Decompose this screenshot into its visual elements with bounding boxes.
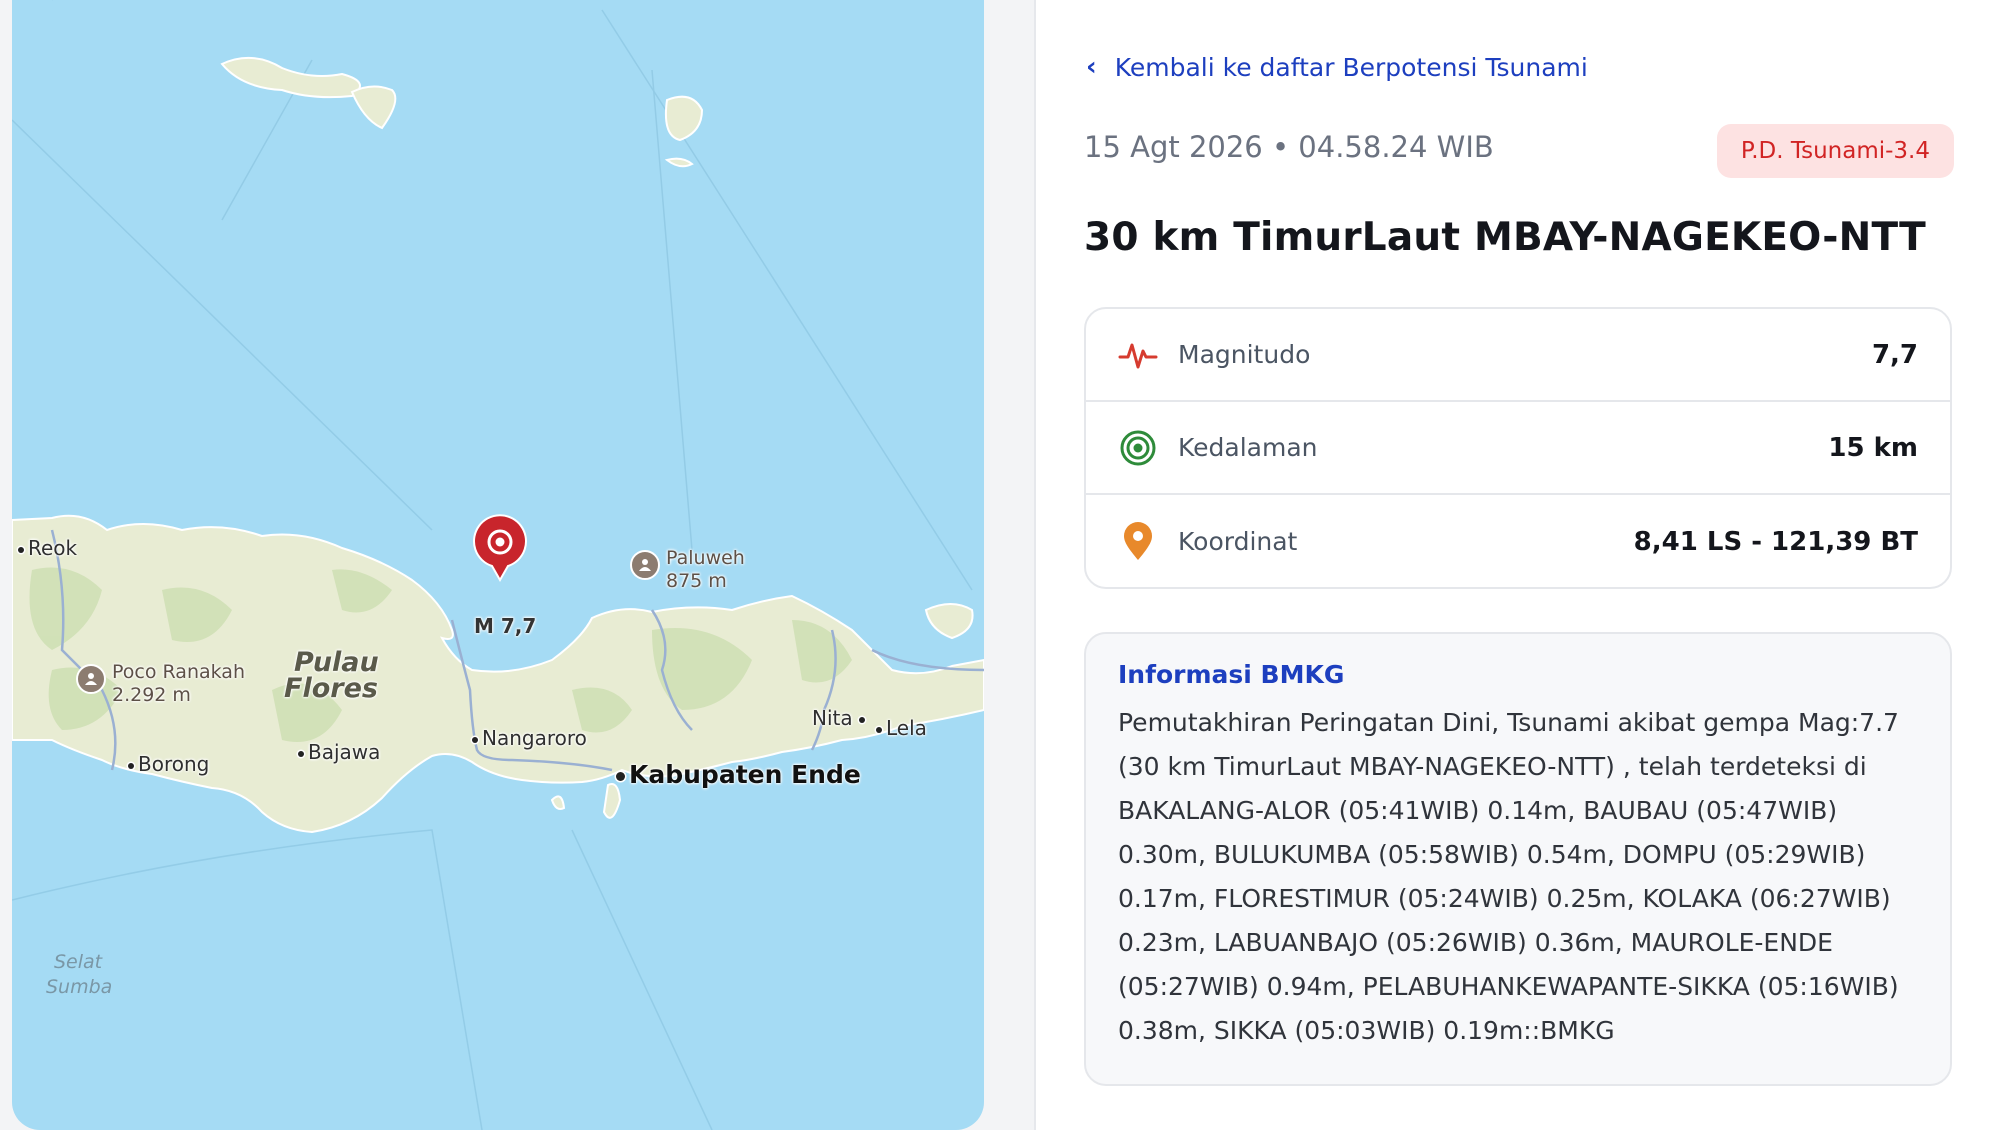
stat-row-depth: Kedalaman 15 km — [1086, 402, 1950, 495]
earthquake-detail-panel: ‹ Kembali ke daftar Berpotensi Tsunami 1… — [1034, 0, 1998, 1130]
stat-row-magnitude: Magnitudo 7,7 — [1086, 309, 1950, 402]
town-name: Borong — [138, 752, 210, 776]
event-stats-card: Magnitudo 7,7 Kedalaman 15 km Koordinat … — [1084, 307, 1952, 589]
town-label-reok: Reok — [18, 536, 77, 560]
location-pin-icon — [1124, 521, 1152, 560]
island-label-line2: Flores — [284, 673, 378, 704]
city-dot — [616, 771, 625, 781]
town-dot — [876, 726, 882, 733]
town-name: Nita — [812, 706, 853, 730]
stat-value: 8,41 LS - 121,39 BT — [1633, 526, 1918, 557]
town-dot — [298, 750, 304, 757]
peak-height: 875 m — [666, 570, 727, 592]
peak-name: Poco Ranakah — [112, 661, 245, 683]
town-label-bajawa: Bajawa — [298, 740, 380, 764]
stat-value: 15 km — [1828, 432, 1918, 463]
event-datetime: 15 Agt 2026 • 04.58.24 WIB — [1084, 130, 1494, 164]
stat-label: Koordinat — [1178, 527, 1298, 556]
tsunami-status-badge: P.D. Tsunami-3.4 — [1716, 124, 1954, 178]
chevron-left-icon: ‹ — [1086, 52, 1097, 82]
town-label-nita: Nita — [812, 706, 869, 730]
info-body: Pemutakhiran Peringatan Dini, Tsunami ak… — [1118, 708, 1899, 1045]
stat-label: Magnitudo — [1178, 340, 1311, 369]
town-dot — [18, 546, 24, 553]
waveform-icon — [1118, 343, 1158, 368]
city-label-ende: Kabupaten Ende — [616, 760, 861, 789]
back-to-list-link[interactable]: ‹ Kembali ke daftar Berpotensi Tsunami — [1086, 52, 1588, 82]
strait-label-line1: Selat — [54, 951, 103, 973]
town-label-nangaroro: Nangaroro — [472, 726, 587, 750]
strait-label-sumba: Selat Sumba — [46, 950, 112, 1000]
stat-row-coordinates: Koordinat 8,41 LS - 121,39 BT — [1086, 495, 1950, 587]
peak-paluweh[interactable]: Paluweh 875 m — [630, 546, 745, 592]
stat-value: 7,7 — [1871, 339, 1918, 370]
target-icon — [1120, 430, 1156, 465]
town-dot — [472, 736, 478, 743]
town-name: Reok — [28, 536, 78, 560]
town-name: Bajawa — [308, 740, 381, 764]
town-name: Nangaroro — [482, 726, 587, 750]
back-link-label: Kembali ke daftar Berpotensi Tsunami — [1114, 52, 1588, 82]
mountain-icon — [630, 550, 660, 580]
strait-label-line2: Sumba — [46, 976, 113, 998]
town-dot — [128, 762, 134, 769]
peak-height: 2.292 m — [112, 684, 191, 706]
peak-name: Paluweh — [666, 547, 745, 569]
earthquake-map[interactable]: Reok Borong Bajawa Nangaroro Nita Lela K… — [12, 0, 984, 1130]
town-label-borong: Borong — [128, 752, 209, 776]
stat-label: Kedalaman — [1178, 433, 1318, 462]
town-label-lela: Lela — [876, 716, 927, 740]
peak-poco-ranakah[interactable]: Poco Ranakah 2.292 m — [76, 660, 245, 706]
quake-magnitude-label: M 7,7 — [474, 614, 537, 638]
mountain-icon — [76, 664, 106, 694]
town-dot — [858, 716, 865, 723]
island-label-flores: Pulau Flores — [284, 649, 379, 704]
town-name: Lela — [886, 716, 927, 740]
earthquake-epicenter-icon[interactable] — [472, 514, 528, 584]
city-name: Kabupaten Ende — [629, 760, 861, 789]
info-title: Informasi BMKG — [1118, 660, 1345, 689]
bmkg-info-card: Informasi BMKG Pemutakhiran Peringatan D… — [1084, 632, 1952, 1086]
event-location-title: 30 km TimurLaut MBAY-NAGEKEO-NTT — [1084, 215, 1926, 260]
